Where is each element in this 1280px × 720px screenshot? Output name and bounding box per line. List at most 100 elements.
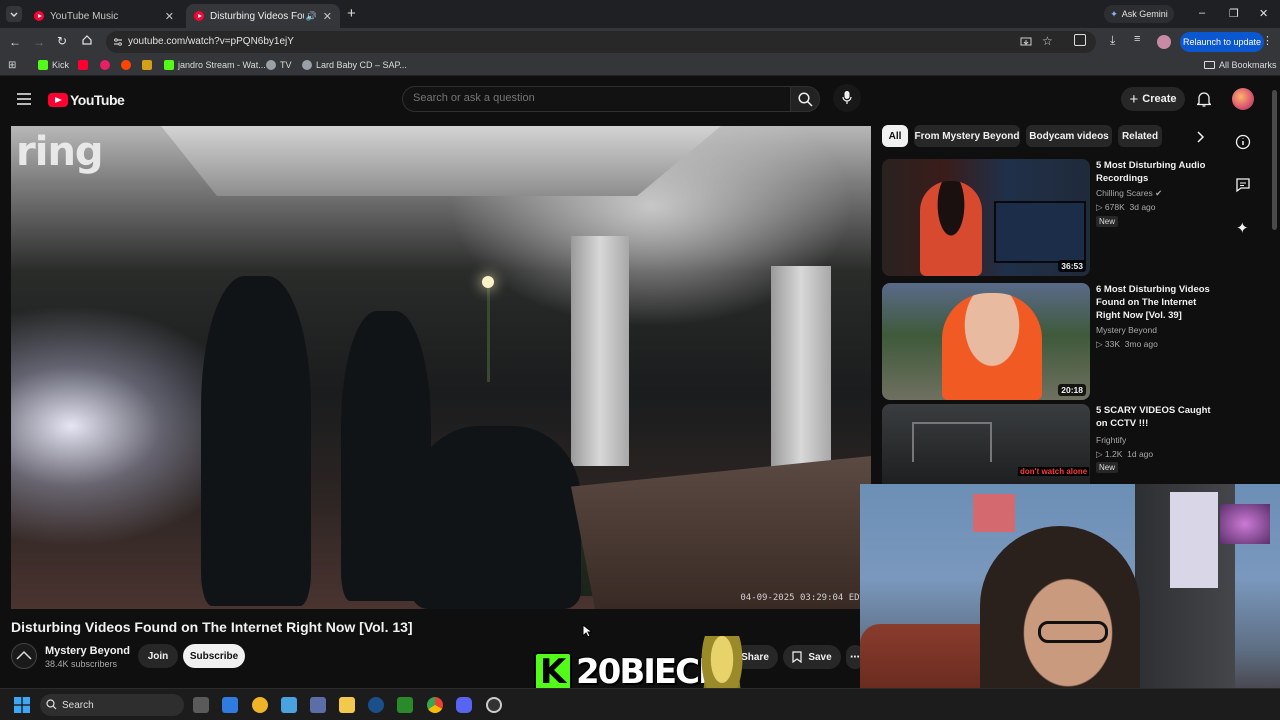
bookmark-kick[interactable]: Kick	[38, 60, 69, 70]
profile-avatar[interactable]	[1157, 35, 1171, 49]
porch-pillar	[571, 236, 629, 466]
ask-gemini-label: Ask Gemini	[1121, 9, 1168, 19]
widgets-icon[interactable]	[222, 697, 238, 713]
menu-kebab-icon[interactable]: ⋮	[1262, 34, 1273, 47]
discord-icon[interactable]	[456, 697, 472, 713]
recommendation-title[interactable]: 5 Most Disturbing Audio Recordings	[1096, 159, 1218, 185]
bookmark-label: TV	[280, 60, 292, 70]
officer-figure	[201, 276, 311, 606]
search-input[interactable]	[413, 92, 773, 104]
recommendation-item[interactable]: don't watch alone 5 SCARY VIDEOS Caught …	[882, 404, 1222, 484]
obs-icon[interactable]	[486, 697, 502, 713]
forward-button[interactable]: →	[33, 35, 45, 49]
bookmark-music[interactable]	[100, 60, 114, 70]
bookmark-star-icon[interactable]: ☆	[1042, 34, 1053, 48]
minimize-button[interactable]: –	[1199, 7, 1205, 19]
save-button[interactable]: Save	[783, 645, 841, 669]
tab-title: YouTube Music	[50, 10, 119, 22]
youtube-logo[interactable]: YouTube	[48, 92, 125, 108]
info-button[interactable]	[1235, 134, 1251, 150]
page-scrollbar[interactable]	[1272, 90, 1277, 230]
bookmark-tv[interactable]: TV	[266, 60, 292, 70]
street-lamp	[487, 282, 490, 382]
bookmark-reddit[interactable]	[121, 60, 135, 70]
recommendation-title[interactable]: 6 Most Disturbing Videos Found on The In…	[1096, 283, 1218, 322]
restore-button[interactable]: ❐	[1229, 7, 1239, 20]
close-tab-icon[interactable]: ✕	[165, 10, 174, 23]
relaunch-button[interactable]: Relaunch to update	[1180, 32, 1264, 52]
chip-related[interactable]: Related	[1118, 125, 1162, 147]
bookmark-lard-baby[interactable]: Lard Baby CD – SAP...	[302, 60, 407, 70]
weather-icon[interactable]	[252, 697, 268, 713]
create-button[interactable]: + Create	[1121, 87, 1185, 111]
join-button[interactable]: Join	[138, 644, 178, 668]
bookmark-game[interactable]	[142, 60, 156, 70]
video-thumbnail[interactable]: 20:18	[882, 283, 1090, 400]
bookmark-jandro[interactable]: jandro Stream - Wat...	[164, 60, 266, 70]
media-control-icon[interactable]: ≡	[1134, 33, 1140, 45]
chrome-icon[interactable]	[427, 697, 443, 713]
recommendation-channel[interactable]: Mystery Beyond	[1096, 325, 1157, 335]
tab-title: Disturbing Videos Found o	[210, 10, 304, 22]
search-button[interactable]	[790, 86, 820, 112]
xbox-icon[interactable]	[397, 697, 413, 713]
taskbar-search[interactable]: Search	[40, 694, 184, 716]
extensions-icon[interactable]	[1074, 34, 1086, 46]
install-app-icon[interactable]	[1020, 36, 1032, 48]
tab-youtube-music[interactable]: YouTube Music ✕	[26, 4, 182, 28]
bookmark-icon	[792, 651, 802, 663]
video-thumbnail[interactable]: 36:53	[882, 159, 1090, 276]
calculator-icon[interactable]	[310, 697, 326, 713]
channel-name[interactable]: Mystery Beyond	[45, 645, 130, 657]
taskbar-search-label: Search	[62, 699, 94, 711]
recommendation-channel[interactable]: Chilling Scares ✔	[1096, 188, 1162, 199]
windows-start-button[interactable]	[14, 697, 30, 713]
speaker-icon[interactable]: 🔊	[306, 11, 317, 22]
recommendation-item[interactable]: 20:18 6 Most Disturbing Videos Found on …	[882, 283, 1222, 401]
hamburger-menu-icon[interactable]	[17, 93, 31, 105]
close-window-button[interactable]: ✕	[1259, 7, 1268, 20]
file-explorer-icon[interactable]	[339, 697, 355, 713]
downloads-icon[interactable]: ⤓	[1110, 33, 1115, 48]
search-field[interactable]	[402, 86, 790, 112]
subscribe-button[interactable]: Subscribe	[183, 644, 245, 668]
recommendation-item[interactable]: 36:53 5 Most Disturbing Audio Recordings…	[882, 159, 1222, 277]
bookmark-youtube[interactable]	[78, 60, 92, 70]
channel-avatar[interactable]	[11, 643, 37, 669]
video-player[interactable]: ring 04-09-2025 03:29:04 EDT	[11, 126, 871, 609]
all-bookmarks[interactable]: All Bookmarks	[1204, 60, 1277, 70]
chip-all[interactable]: All	[882, 125, 908, 147]
recommendation-title[interactable]: 5 SCARY VIDEOS Caught on CCTV !!!	[1096, 404, 1218, 430]
chip-from-mystery-beyond[interactable]: From Mystery Beyond	[914, 125, 1020, 147]
task-view-icon[interactable]	[193, 697, 209, 713]
back-button[interactable]: ←	[9, 35, 21, 49]
chat-button[interactable]	[1235, 177, 1251, 193]
bookmarks-bar: ⊞ Kick jandro Stream - Wat... TV Lard Ba…	[0, 56, 1280, 76]
apps-grid-icon[interactable]: ⊞	[8, 60, 16, 71]
chip-bodycam-videos[interactable]: Bodycam videos	[1026, 125, 1112, 147]
kick-icon	[164, 60, 174, 70]
notifications-button[interactable]	[1197, 91, 1211, 107]
gemini-sparkle-button[interactable]: ✦	[1236, 219, 1249, 237]
ask-gemini-button[interactable]: ✦ Ask Gemini	[1104, 5, 1174, 23]
address-bar[interactable]: youtube.com/watch?v=pPQN6by1ejY ☆	[106, 31, 1096, 53]
mail-icon[interactable]	[281, 697, 297, 713]
account-avatar[interactable]	[1232, 88, 1254, 110]
wall-light	[1220, 504, 1270, 544]
reload-button[interactable]: ↻	[57, 34, 67, 48]
video-thumbnail[interactable]: don't watch alone	[882, 404, 1090, 484]
chips-next-button[interactable]	[1190, 127, 1210, 147]
brick-ledge	[571, 456, 871, 609]
steam-icon[interactable]	[368, 697, 384, 713]
tab-search-dropdown[interactable]	[6, 6, 22, 22]
site-info-icon[interactable]	[112, 36, 124, 48]
new-badge: New	[1096, 462, 1119, 473]
new-tab-button[interactable]: +	[347, 5, 356, 22]
recommendation-channel[interactable]: Frightify	[1096, 435, 1126, 445]
tab-disturbing-videos[interactable]: Disturbing Videos Found o 🔊 ✕	[186, 4, 340, 28]
home-button[interactable]	[81, 34, 93, 46]
close-tab-icon[interactable]: ✕	[323, 10, 332, 23]
porch-ceiling	[161, 126, 721, 196]
voice-search-button[interactable]	[833, 84, 861, 112]
ring-watermark: ring	[16, 129, 104, 175]
